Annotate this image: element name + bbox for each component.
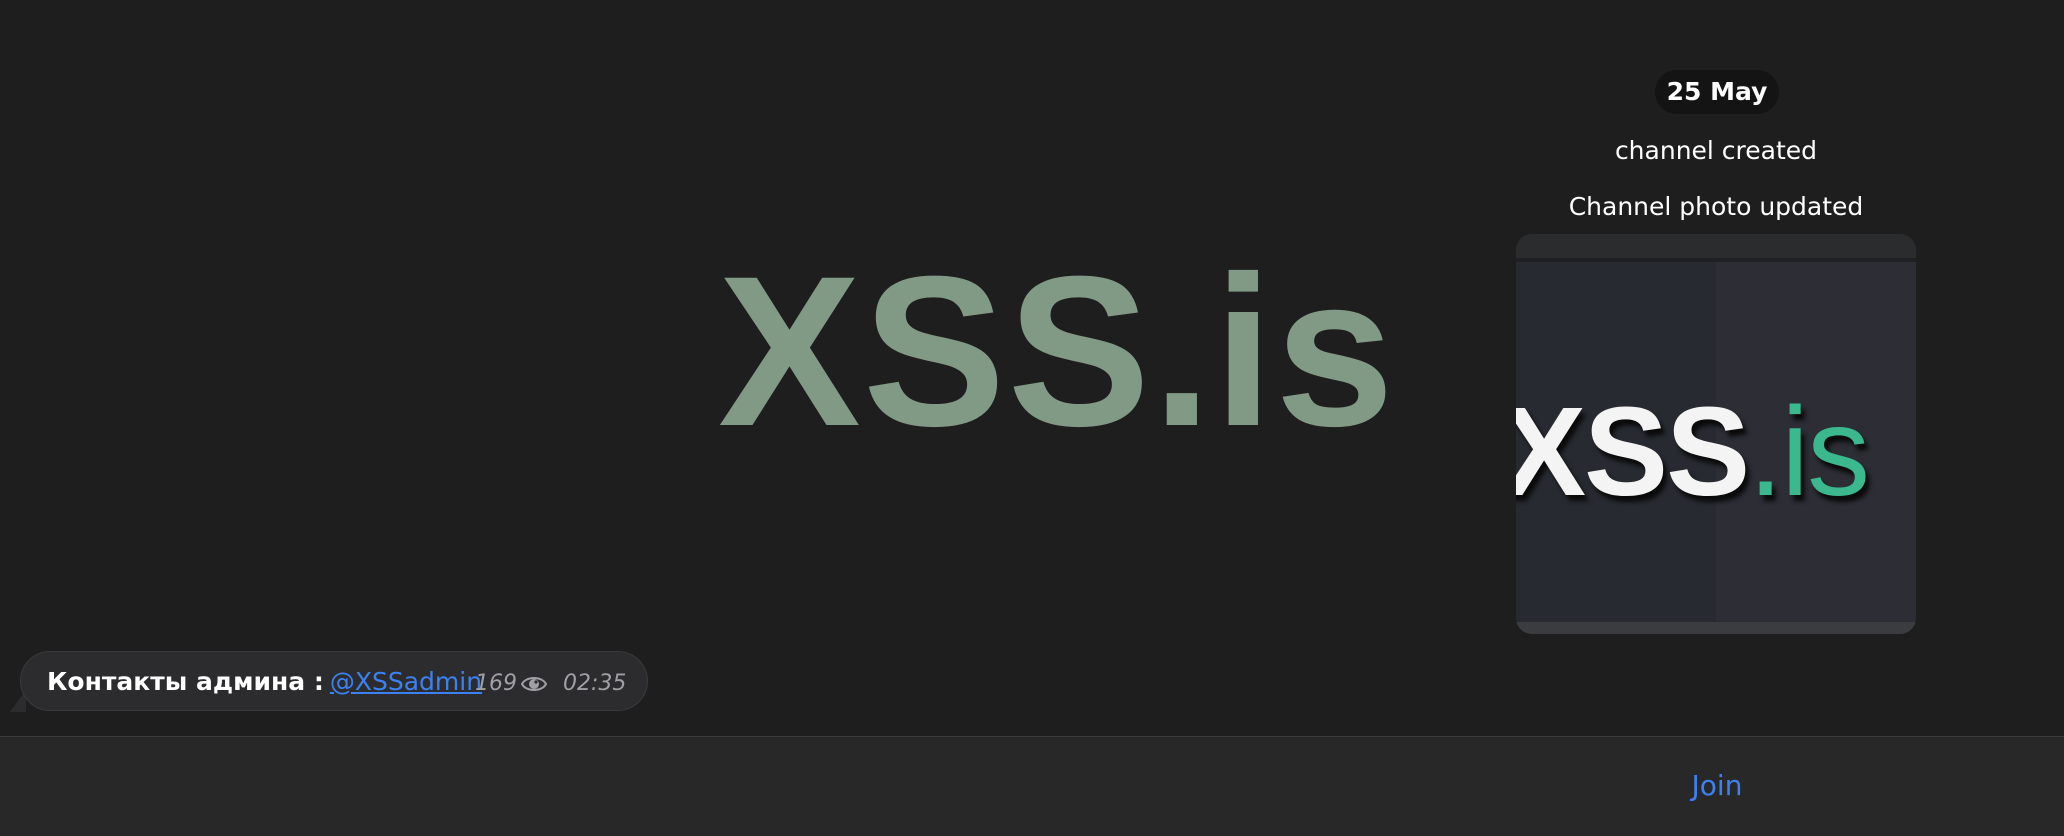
message-time: 02:35 (563, 671, 627, 696)
date-separator: 25 May (1655, 70, 1779, 114)
service-message-channel-created: channel created (1614, 136, 1818, 165)
eye-icon (521, 677, 547, 691)
bottom-bar: Join (0, 736, 2064, 836)
photo-logo-main: XSS (1516, 381, 1750, 522)
message-text: Контакты админа : @XSSadmin (47, 666, 482, 698)
photo-logo-accent: .is (1748, 381, 1870, 522)
view-count: 169 (475, 671, 517, 696)
message-bubble[interactable]: Контакты админа : @XSSadmin 169 02:35 (20, 651, 648, 711)
photo-bottom-band (1516, 622, 1916, 634)
message-body: Контакты админа : (47, 667, 324, 696)
chat-area: XSS.is 25 May channel created Channel ph… (0, 0, 2064, 736)
join-button[interactable]: Join (1650, 759, 1784, 813)
channel-photo[interactable]: XSS.is (1516, 234, 1916, 634)
photo-logo: XSS.is (1516, 381, 1870, 522)
photo-top-band (1516, 234, 1916, 262)
wallpaper-logo: XSS.is (718, 232, 1397, 471)
admin-mention-link[interactable]: @XSSadmin (330, 667, 482, 696)
service-message-photo-updated: Channel photo updated (1568, 192, 1864, 221)
